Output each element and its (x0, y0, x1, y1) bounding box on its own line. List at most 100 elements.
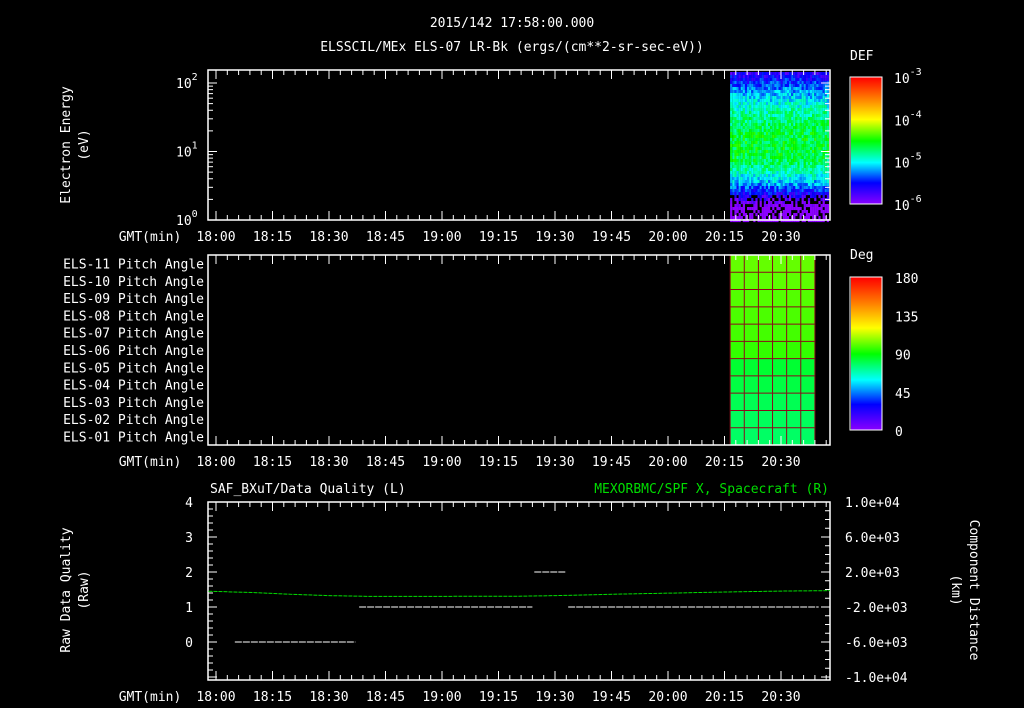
spectrogram-cell (770, 120, 773, 124)
spectrogram-cell (770, 195, 773, 199)
spectrogram-cell (763, 90, 766, 94)
spectrogram-cell (763, 198, 766, 202)
spectrogram-cell (742, 114, 745, 118)
spectrogram-cell (774, 84, 777, 88)
spectrogram-cell (774, 132, 777, 136)
spectrogram-cell (753, 123, 756, 127)
spectrogram-cell (747, 207, 750, 211)
spectrogram-cell (732, 177, 735, 181)
spectrogram-cell (820, 147, 823, 151)
pitch-angle-row-label: ELS-09 Pitch Angle (63, 292, 204, 307)
spectrogram-cell (734, 99, 737, 103)
spectrogram-cell (786, 180, 790, 184)
spectrogram-cell (824, 90, 827, 94)
spectrogram-cell (778, 144, 781, 148)
spectrogram-cell (732, 108, 735, 112)
spectrogram-cell (730, 114, 733, 118)
spectrogram-cell (776, 99, 779, 103)
spectrogram-cell (759, 96, 762, 100)
spectrogram-cell (732, 90, 735, 94)
spectrogram-cell (765, 177, 769, 181)
spectrogram-cell (757, 114, 760, 118)
spectrogram-cell (791, 204, 794, 208)
spectrogram-cell (786, 126, 790, 130)
spectrogram-cell (786, 171, 790, 175)
spectrogram-cell (772, 72, 775, 76)
spectrogram-cell (822, 183, 825, 187)
spectrogram-cell (734, 198, 737, 202)
spectrogram-cell (763, 189, 766, 193)
spectrogram-cell (818, 105, 821, 109)
spectrogram-cell (761, 75, 764, 79)
spectrogram-cell (793, 159, 796, 163)
spectrogram-cell (807, 174, 811, 178)
spectrogram-cell (803, 165, 806, 169)
spectrogram-cell (812, 177, 815, 181)
colorbar-tick-label: 0 (895, 425, 903, 440)
spectrogram-cell (803, 162, 806, 166)
spectrogram-cell (818, 84, 821, 88)
spectrogram-cell (742, 81, 745, 85)
spectrogram-cell (734, 117, 737, 121)
spectrogram-cell (740, 168, 743, 172)
spectrogram-cell (749, 207, 752, 211)
spectrogram-cell (763, 135, 766, 139)
spectrogram-cell (763, 144, 766, 148)
spectrogram-cell (803, 168, 806, 172)
spectrogram-cell (822, 195, 825, 199)
spectrogram-cell (742, 90, 745, 94)
spectrogram-cell (742, 111, 745, 115)
spectrogram-cell (814, 177, 817, 181)
pitch-angle-row-label: ELS-08 Pitch Angle (63, 309, 204, 324)
spectrogram-cell (761, 213, 764, 217)
spectrogram-cell (780, 129, 783, 133)
spectrogram-cell (803, 117, 806, 121)
spectrogram-cell (765, 192, 769, 196)
spectrogram-cell (826, 174, 829, 178)
spectrogram-cell (730, 174, 733, 178)
spectrogram-cell (765, 126, 769, 130)
spectrogram-cell (770, 111, 773, 115)
spectrogram-cell (786, 105, 790, 109)
spectrogram-cell (784, 177, 787, 181)
spectrogram-cell (789, 72, 792, 76)
spectrogram-cell (820, 129, 823, 133)
spectrogram-cell (755, 177, 758, 181)
spectrogram-cell (812, 123, 815, 127)
spectrogram-cell (763, 207, 766, 211)
spectrogram-cell (751, 159, 754, 163)
spectrogram-cell (751, 192, 754, 196)
spectrogram-cell (791, 108, 794, 112)
spectrogram-cell (759, 174, 762, 178)
spectrogram-cell (749, 123, 752, 127)
spectrogram-cell (782, 153, 785, 157)
spectrogram-cell (740, 207, 743, 211)
spectrogram-cell (761, 183, 764, 187)
spectrogram-cell (744, 123, 748, 127)
spectrogram-cell (755, 75, 758, 79)
spectrogram-cell (786, 102, 790, 106)
spectrogram-cell (791, 165, 794, 169)
colorbar-tick-label: 135 (895, 310, 918, 325)
spectrogram-cell (772, 156, 775, 160)
spectrogram-cell (738, 153, 741, 157)
spectrogram-cell (805, 81, 808, 85)
spectrogram-cell (805, 87, 808, 91)
y-axis-label: (eV) (77, 129, 92, 160)
spectrogram-cell (810, 105, 813, 109)
spectrogram-cell (818, 102, 821, 106)
spectrogram-cell (765, 204, 769, 208)
spectrogram-cell (822, 186, 825, 190)
spectrogram-cell (753, 204, 756, 208)
spectrogram-cell (732, 192, 735, 196)
spectrogram-cell (772, 135, 775, 139)
x-tick-label: 20:15 (705, 455, 744, 470)
spectrogram-cell (740, 150, 743, 154)
spectrogram-cell (822, 159, 825, 163)
spectrogram-cell (749, 144, 752, 148)
spectrogram-cell (755, 165, 758, 169)
spectrogram-cell (810, 174, 813, 178)
spectrogram-cell (774, 177, 777, 181)
spectrogram-cell (778, 162, 781, 166)
spectrogram-cell (747, 192, 750, 196)
